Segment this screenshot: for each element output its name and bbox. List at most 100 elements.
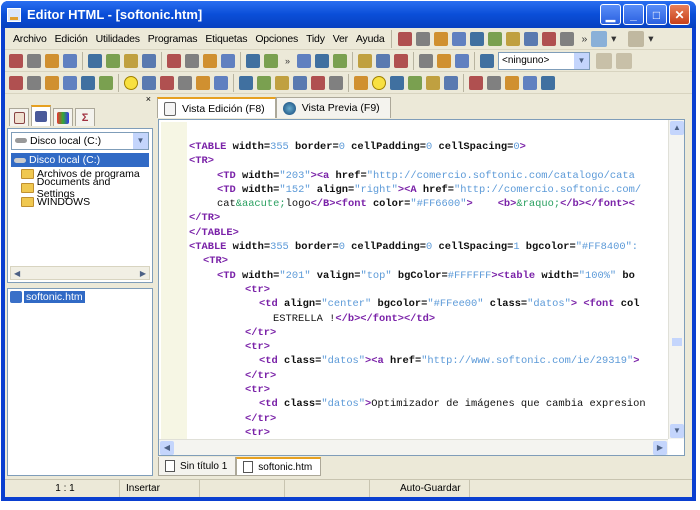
menu-utilidades[interactable]: Utilidades bbox=[92, 33, 144, 45]
frame-icon[interactable] bbox=[297, 53, 312, 68]
vertical-scrollbar[interactable]: ▲ ▼ bbox=[668, 120, 684, 439]
computer-icon[interactable] bbox=[480, 53, 495, 68]
info-icon[interactable] bbox=[541, 75, 555, 90]
view-dropdown-icon[interactable] bbox=[591, 30, 608, 47]
code-tags-icon[interactable] bbox=[559, 31, 574, 46]
open-file-icon[interactable] bbox=[45, 53, 59, 68]
help-icon[interactable] bbox=[469, 75, 483, 90]
print-preview-icon[interactable] bbox=[221, 53, 235, 68]
rectangle-icon[interactable] bbox=[257, 75, 271, 90]
paragraph-icon[interactable] bbox=[9, 75, 23, 90]
copy-icon[interactable] bbox=[196, 75, 210, 90]
upload-icon[interactable] bbox=[142, 53, 156, 68]
minimize-button[interactable]: _ bbox=[623, 4, 644, 25]
tab-vista-previa[interactable]: Vista Previa (F9) bbox=[275, 97, 391, 118]
scroll-thumb[interactable] bbox=[672, 338, 682, 346]
style-combo[interactable]: <ninguno> ▼ bbox=[498, 51, 591, 70]
paste-icon[interactable] bbox=[214, 75, 228, 90]
css-edit-icon[interactable] bbox=[616, 52, 633, 69]
color-picker-icon[interactable] bbox=[333, 53, 348, 68]
heading-icon[interactable] bbox=[27, 75, 41, 90]
replace-icon[interactable] bbox=[293, 75, 307, 90]
book-icon[interactable] bbox=[444, 75, 458, 90]
users-icon[interactable] bbox=[523, 75, 537, 90]
close-button[interactable]: ✕ bbox=[669, 4, 690, 25]
doc-tab-sin-titulo[interactable]: Sin título 1 bbox=[158, 457, 237, 476]
notes-icon[interactable] bbox=[264, 53, 278, 68]
tools-dropdown-icon[interactable] bbox=[628, 30, 645, 47]
comment-icon[interactable] bbox=[81, 75, 95, 90]
menu-ver[interactable]: Ver bbox=[329, 33, 352, 45]
scroll-left-icon[interactable]: ◀ bbox=[14, 269, 20, 278]
scroll-right-icon[interactable]: ▶ bbox=[653, 441, 667, 455]
undo-icon[interactable] bbox=[142, 75, 156, 90]
find-next-icon[interactable] bbox=[311, 75, 325, 90]
doc-tab-softonic[interactable]: softonic.htm bbox=[236, 457, 322, 476]
highlight-icon[interactable] bbox=[408, 75, 422, 90]
home-icon[interactable] bbox=[487, 75, 501, 90]
download-icon[interactable] bbox=[167, 53, 181, 68]
font-color-icon[interactable] bbox=[390, 75, 404, 90]
save-all-icon[interactable] bbox=[124, 53, 138, 68]
code-editor[interactable]: <TABLE width=355 border=0 cellPadding=0 … bbox=[158, 119, 685, 456]
clock-icon[interactable] bbox=[372, 75, 386, 90]
css-icon[interactable] bbox=[596, 52, 613, 69]
image-insert-icon[interactable] bbox=[469, 31, 484, 46]
check-icon[interactable] bbox=[99, 75, 113, 90]
menu-etiquetas[interactable]: Etiquetas bbox=[201, 33, 251, 45]
person-icon[interactable] bbox=[315, 53, 330, 68]
tab-snippets[interactable] bbox=[9, 108, 29, 126]
save-icon[interactable] bbox=[106, 53, 120, 68]
new-file-icon[interactable] bbox=[9, 53, 23, 68]
new-template-icon[interactable] bbox=[27, 53, 41, 68]
table-wizard-icon[interactable] bbox=[397, 31, 412, 46]
page-icon[interactable] bbox=[376, 53, 391, 68]
strike-icon[interactable] bbox=[426, 75, 440, 90]
save-disabled-icon[interactable] bbox=[88, 53, 102, 68]
brush-icon[interactable] bbox=[505, 31, 520, 46]
toolbar-overflow-chevron[interactable]: » bbox=[282, 56, 293, 66]
bold-icon[interactable] bbox=[45, 75, 59, 90]
tab-colors[interactable] bbox=[53, 108, 73, 126]
mail-icon[interactable] bbox=[505, 75, 519, 90]
horizontal-scrollbar[interactable]: ◀ ▶ bbox=[10, 266, 150, 280]
lock-icon[interactable] bbox=[437, 53, 452, 68]
indent-icon[interactable] bbox=[329, 75, 343, 90]
menu-opciones[interactable]: Opciones bbox=[251, 33, 302, 45]
tree-root-drive[interactable]: Disco local (C:) bbox=[11, 153, 149, 167]
pipette-icon[interactable] bbox=[433, 31, 448, 46]
find-icon[interactable] bbox=[275, 75, 289, 90]
help-window-button[interactable]: ▁ bbox=[600, 4, 621, 25]
clipboard-icon[interactable] bbox=[185, 53, 199, 68]
open-folder-icon[interactable] bbox=[63, 53, 77, 68]
form-icon[interactable] bbox=[487, 31, 502, 46]
file-item[interactable]: softonic.htm bbox=[10, 291, 150, 303]
smiley-icon[interactable] bbox=[124, 75, 138, 90]
scroll-left-icon[interactable]: ◀ bbox=[160, 441, 174, 455]
tag-insert-icon[interactable] bbox=[451, 31, 466, 46]
list-icon[interactable] bbox=[63, 75, 77, 90]
scroll-right-icon[interactable]: ▶ bbox=[140, 269, 146, 278]
eyedropper-icon[interactable] bbox=[415, 31, 430, 46]
menu-edicion[interactable]: Edición bbox=[51, 33, 92, 45]
maximize-button[interactable]: □ bbox=[646, 4, 667, 25]
page-list-icon[interactable] bbox=[419, 53, 434, 68]
tab-vista-edicion[interactable]: Vista Edición (F8) bbox=[157, 97, 276, 118]
redo-icon[interactable] bbox=[160, 75, 174, 90]
tab-functions[interactable]: Σ bbox=[75, 108, 95, 126]
drive-select[interactable]: Disco local (C:) ▼ bbox=[11, 132, 149, 150]
horizontal-scrollbar[interactable]: ◀ ▶ bbox=[159, 439, 668, 455]
tree-folder[interactable]: Documents and Settings bbox=[11, 176, 149, 200]
pen-icon[interactable] bbox=[523, 31, 538, 46]
bulb-icon[interactable] bbox=[541, 31, 556, 46]
toolbar-overflow-chevron[interactable]: » bbox=[578, 33, 592, 45]
print-icon[interactable] bbox=[203, 53, 217, 68]
menu-ayuda[interactable]: Ayuda bbox=[352, 33, 389, 45]
panel-close-icon[interactable]: × bbox=[146, 94, 151, 104]
menu-programas[interactable]: Programas bbox=[144, 33, 202, 45]
scroll-up-icon[interactable]: ▲ bbox=[670, 121, 684, 135]
cut-icon[interactable] bbox=[178, 75, 192, 90]
page-edit-icon[interactable] bbox=[394, 53, 409, 68]
scroll-down-icon[interactable]: ▼ bbox=[670, 424, 684, 438]
menu-archivo[interactable]: Archivo bbox=[9, 33, 51, 45]
